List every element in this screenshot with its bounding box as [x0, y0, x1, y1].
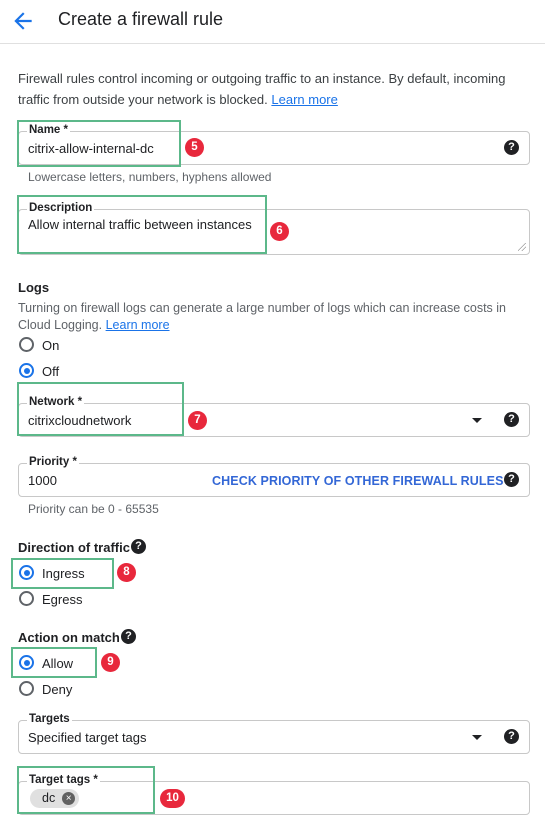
resize-handle-icon[interactable]: [518, 243, 526, 251]
logs-on-label[interactable]: On: [42, 338, 59, 353]
callout-badge-10: 10: [160, 789, 185, 808]
targets-label: Targets: [27, 713, 72, 725]
check-priority-button[interactable]: CHECK PRIORITY OF OTHER FIREWALL RULES: [212, 474, 504, 488]
callout-box-ingress: [11, 558, 114, 589]
priority-input[interactable]: 1000: [28, 473, 57, 488]
direction-title: Direction of traffic: [18, 540, 130, 555]
priority-label: Priority *: [27, 456, 79, 468]
intro-body: Firewall rules control incoming or outgo…: [18, 71, 506, 107]
callout-box-name: [17, 120, 181, 167]
logs-text: Turning on firewall logs can generate a …: [18, 301, 506, 332]
callout-badge-9: 9: [101, 653, 120, 672]
callout-badge-6: 6: [270, 222, 289, 241]
page-title: Create a firewall rule: [58, 9, 224, 29]
callout-box-allow: [11, 647, 97, 678]
egress-radio[interactable]: [19, 591, 34, 606]
logs-learn-more-link[interactable]: Learn more: [106, 318, 170, 332]
arrow-back-icon[interactable]: [10, 8, 36, 34]
name-hint: Lowercase letters, numbers, hyphens allo…: [28, 170, 272, 184]
logs-title: Logs: [18, 280, 50, 295]
callout-badge-8: 8: [117, 563, 136, 582]
egress-label[interactable]: Egress: [42, 592, 82, 607]
callout-box-description: [17, 195, 267, 254]
callout-badge-5: 5: [185, 138, 204, 157]
help-icon[interactable]: ?: [121, 629, 136, 644]
priority-hint: Priority can be 0 - 65535: [28, 502, 159, 516]
help-icon[interactable]: ?: [504, 140, 519, 155]
help-icon[interactable]: ?: [131, 539, 146, 554]
deny-label[interactable]: Deny: [42, 682, 72, 697]
help-icon[interactable]: ?: [504, 472, 519, 487]
dropdown-caret-icon[interactable]: [472, 418, 482, 423]
help-icon[interactable]: ?: [504, 729, 519, 744]
deny-radio[interactable]: [19, 681, 34, 696]
logs-off-label[interactable]: Off: [42, 364, 59, 379]
learn-more-link[interactable]: Learn more: [271, 92, 337, 107]
targets-value: Specified target tags: [28, 730, 147, 745]
help-icon[interactable]: ?: [504, 412, 519, 427]
targets-select[interactable]: Targets Specified target tags ?: [18, 713, 530, 754]
action-title: Action on match: [18, 630, 120, 645]
logs-description: Turning on firewall logs can generate a …: [18, 300, 533, 334]
logs-off-radio[interactable]: [19, 363, 34, 378]
callout-badge-7: 7: [188, 411, 207, 430]
intro-text: Firewall rules control incoming or outgo…: [18, 68, 533, 110]
priority-field[interactable]: Priority * 1000 CHECK PRIORITY OF OTHER …: [18, 456, 530, 497]
callout-box-target-tags: [17, 766, 155, 814]
dropdown-caret-icon[interactable]: [472, 735, 482, 740]
page-header: Create a firewall rule: [0, 0, 545, 44]
logs-on-radio[interactable]: [19, 337, 34, 352]
callout-box-network: [17, 382, 184, 436]
